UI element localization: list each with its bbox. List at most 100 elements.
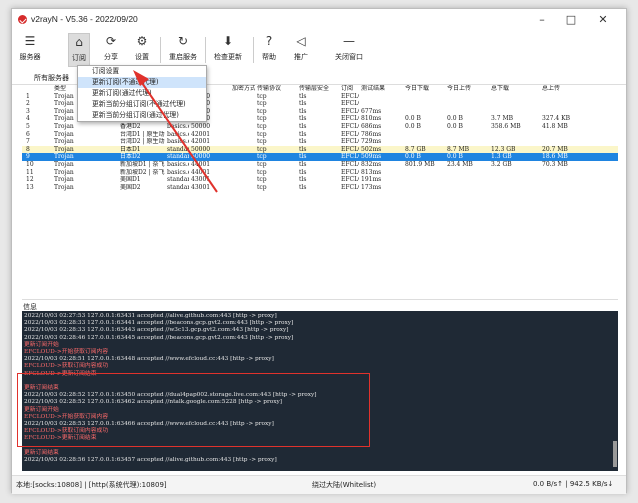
toolbar-help-button[interactable]: ? 帮助 [259, 33, 279, 67]
table-cell: 3.2 GB [491, 161, 512, 168]
log-line: 更新订阅开始 [24, 341, 59, 348]
menu-item-update-group-with-proxy[interactable]: 更新当前分组订阅(通过代理) [78, 110, 206, 121]
close-button[interactable]: ✕ [594, 12, 612, 28]
table-cell: 44001 [191, 161, 211, 168]
row-index: 7 [26, 138, 30, 146]
table-cell: basics.efcloud.cc [167, 123, 189, 130]
table-cell: tcp [257, 115, 267, 123]
toolbar-label: 帮助 [262, 53, 276, 61]
table-cell: 台湾D1 | 原生动画疯 [120, 130, 165, 138]
menu-item-update-group-without-proxy[interactable]: 更新当前分组订阅(不通过代理) [78, 99, 206, 110]
toolbar-servers-button[interactable]: ☰ 服务器 [16, 33, 44, 67]
table-row[interactable]: 7 Trojan 台湾D2 | 原生动画疯basics.efcloud.cc4200… [22, 138, 618, 146]
menu-item-update-with-proxy[interactable]: 更新订阅(通过代理) [78, 88, 206, 99]
toolbar-close-window-button[interactable]: — 关闭窗口 [333, 33, 365, 67]
table-cell: tls [299, 115, 307, 123]
subscribe-dropdown-menu: 订阅设置 更新订阅(不通过代理) 更新订阅(通过代理) 更新当前分组订阅(不通过… [77, 65, 207, 122]
toolbar-promote-button[interactable]: ◁ 推广 [291, 33, 311, 67]
table-cell: standard.efcloud.cc [167, 153, 189, 161]
column-header[interactable]: 总上传 [542, 85, 616, 93]
window-title: v2rayN - V5.36 - 2022/09/20 [31, 14, 138, 24]
table-cell: 8.7 GB [405, 145, 426, 153]
toolbar-label: 服务器 [19, 53, 41, 61]
table-cell: 813ms [361, 168, 382, 176]
row-index: 12 [26, 176, 34, 184]
table-cell: 43001 [191, 183, 211, 191]
table-cell: EFCLOUD [341, 130, 359, 138]
menu-item-subscription-settings[interactable]: 订阅设置 [78, 66, 206, 77]
table-cell: Trojan [54, 130, 74, 138]
table-row[interactable]: 8 Trojan 日本D1 standard.efcloud.cc50000 tcp tl… [22, 145, 618, 154]
table-cell: Trojan [54, 138, 74, 146]
row-index: 3 [26, 107, 30, 115]
restart-icon: ↻ [177, 34, 189, 48]
table-row[interactable]: 12 Trojan 美国D1 standard.efcloud.cc43001 tcp t… [22, 176, 618, 184]
table-cell: 358.6 MB [491, 123, 521, 130]
log-line: EFCLOUD->获取订阅内容成功 [24, 363, 109, 370]
table-cell: tcp [257, 168, 267, 176]
toolbar-label: 分享 [104, 53, 118, 61]
log-line: 2022/10/03 02:28:46 127.0.0.1:63445 acce… [24, 334, 294, 341]
table-cell: 686ms [361, 123, 382, 130]
menu-item-update-without-proxy[interactable]: 更新订阅(不通过代理) [78, 77, 206, 88]
routing-mode[interactable]: 绕过大陆(Whitelist) [312, 480, 376, 490]
table-cell: 801.9 MB [405, 161, 435, 168]
table-cell: 23.4 MB [447, 161, 473, 168]
table-cell: 173ms [361, 183, 382, 191]
table-cell: 0.0 B [405, 115, 421, 123]
toolbar-settings-button[interactable]: ⚙ 设置 [130, 33, 154, 67]
table-cell: basics.efcloud.cc [167, 161, 189, 168]
table-cell: standard.efcloud.cc [167, 183, 189, 191]
table-cell: tcp [257, 153, 267, 161]
maximize-button[interactable]: □ [562, 12, 580, 28]
toolbar-label: 推广 [294, 53, 308, 61]
table-cell: 美国D2 [120, 183, 141, 191]
table-cell: 50000 [191, 123, 211, 130]
table-cell: 70.3 MB [542, 161, 568, 168]
help-icon: ? [265, 34, 273, 48]
table-cell: tls [299, 176, 307, 184]
table-row[interactable]: 13 Trojan 美国D2 standard.efcloud.cc43001 tcp t… [22, 184, 618, 192]
table-cell: 509ms [361, 153, 382, 161]
column-header[interactable]: 加密方式 [232, 85, 255, 93]
table-cell: 44001 [191, 168, 211, 176]
column-header[interactable]: 今日上传 [447, 85, 489, 93]
table-cell: 0.0 B [405, 123, 421, 130]
toolbar-restart-button[interactable]: ↻ 重启服务 [167, 33, 199, 67]
column-header[interactable]: 今日下载 [405, 85, 445, 93]
table-row[interactable]: 11 Trojan 新加坡D2 | 奈飞basics.efcloud.cc44001… [22, 169, 618, 177]
toolbar-label: 检查更新 [214, 53, 242, 61]
table-cell: 41.8 MB [542, 123, 568, 130]
column-header[interactable]: 传输层安全 [299, 85, 339, 93]
table-cell: tls [299, 168, 307, 176]
table-cell: 50000 [191, 145, 211, 153]
log-scrollbar[interactable] [613, 441, 617, 467]
table-cell: EFCLOUD [341, 145, 359, 153]
promote-icon: ◁ [296, 34, 306, 48]
table-row[interactable]: 6 Trojan 台湾D1 | 原生动画疯basics.efcloud.cc4200… [22, 131, 618, 139]
column-header[interactable]: 总下载 [491, 85, 540, 93]
table-row[interactable]: 5 Trojan 香港D2 basics.efcloud.cc50000 tcp tls E… [22, 123, 618, 131]
table-cell: standard.efcloud.cc [167, 176, 189, 184]
table-cell: standard.efcloud.cc [167, 145, 189, 153]
table-cell: Trojan [54, 161, 74, 168]
table-cell: EFCLOUD [341, 107, 359, 115]
table-row[interactable]: 10 Trojan 新加坡D1 | 奈飞basics.efcloud.cc44001… [22, 161, 618, 169]
column-header[interactable]: 测试结果 [361, 85, 403, 93]
log-line: 更新订阅结束 [24, 449, 59, 456]
table-cell: tcp [257, 130, 267, 138]
table-row[interactable]: 9 Trojan 日本D2 standard.efcloud.cc50000 tcp tl… [22, 153, 618, 161]
toolbar-update-button[interactable]: ⬇ 检查更新 [211, 33, 245, 67]
minimize-button[interactable]: – [533, 12, 551, 28]
log-line: 2022/10/03 02:27:53 127.0.0.1:63431 acce… [24, 313, 277, 319]
toolbar-divider [160, 37, 161, 63]
toolbar-subscribe-button[interactable]: ⌂ 订阅 [68, 33, 90, 67]
column-header[interactable]: 订阅 [341, 85, 359, 93]
column-header[interactable]: 传输协议 [257, 85, 297, 93]
horizontal-scrollbar[interactable] [22, 299, 618, 309]
table-cell: 0.0 B [447, 115, 463, 123]
table-cell: tcp [257, 183, 267, 191]
tab-all-servers[interactable]: 所有服务器 [34, 73, 69, 83]
table-cell: tls [299, 161, 307, 168]
toolbar-share-button[interactable]: ⟳ 分享 [99, 33, 123, 67]
